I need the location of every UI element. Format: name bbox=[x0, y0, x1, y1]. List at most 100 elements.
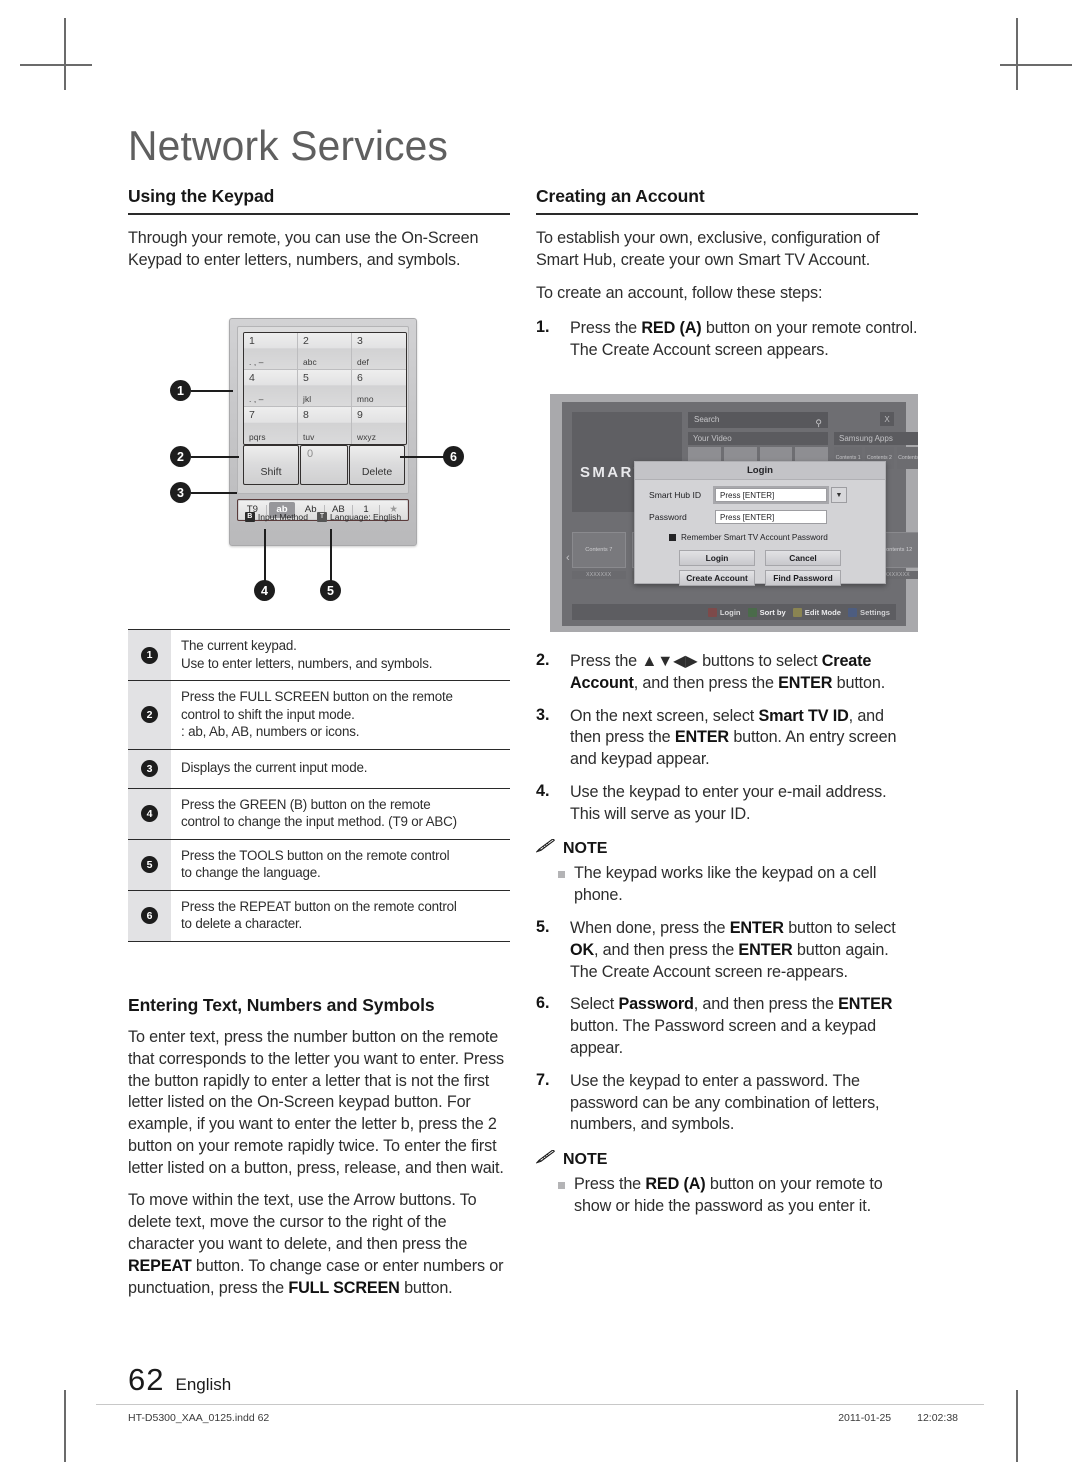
step-3: 3. On the next screen, select Smart TV I… bbox=[536, 706, 918, 771]
callout-2: 2 bbox=[170, 446, 191, 467]
delete-key[interactable]: Delete bbox=[349, 445, 405, 485]
bottom-bar-sort-by-label: Sort by bbox=[759, 607, 786, 617]
close-icon[interactable]: X bbox=[880, 412, 894, 426]
tv-screen-frame: Search ⚲ X Your Video Samsung Apps Conte… bbox=[562, 402, 918, 626]
keypad-figure: 1 2 3 6 4 5 1 . , – 2 abc 3 def 4 . , – … bbox=[128, 300, 510, 610]
shift-key[interactable]: Shift bbox=[243, 445, 299, 485]
imprint-filename: HT-D5300_XAA_0125.indd 62 bbox=[128, 1412, 270, 1424]
note-bullet-icon-2 bbox=[558, 1182, 565, 1190]
step-6-text: Select Password, and then press the ENTE… bbox=[570, 994, 918, 1059]
footer-divider bbox=[96, 1404, 984, 1405]
step-6-number: 6. bbox=[536, 994, 550, 1013]
tools-button-icon: T bbox=[316, 512, 327, 522]
key-4[interactable]: 4 . , – bbox=[244, 370, 298, 407]
status-language[interactable]: T Language: English bbox=[316, 512, 402, 522]
key-5-number: 5 bbox=[303, 372, 309, 384]
key-5-letters: jkl bbox=[303, 394, 312, 404]
cancel-button[interactable]: Cancel bbox=[765, 550, 841, 566]
key-9[interactable]: 9 wxyz bbox=[352, 407, 406, 444]
remember-password-checkbox[interactable]: Remember Smart TV Account Password bbox=[669, 533, 885, 542]
note-2-header: NOTE bbox=[535, 1149, 918, 1169]
key-5[interactable]: 5 jkl bbox=[298, 370, 352, 407]
step-7-text: Use the keypad to enter a password. The … bbox=[570, 1071, 880, 1134]
s3-smart-tv-id: Smart TV ID bbox=[758, 706, 849, 725]
leader-line-1 bbox=[191, 390, 233, 392]
step-5-text: When done, press the ENTER button to sel… bbox=[570, 918, 918, 983]
create-account-button[interactable]: Create Account bbox=[679, 570, 755, 586]
key-3[interactable]: 3 def bbox=[352, 333, 406, 370]
p2-a: To move within the text, use the Arrow b… bbox=[128, 1191, 477, 1254]
checkbox-icon bbox=[669, 534, 676, 541]
s2-d: , and then press the bbox=[633, 673, 779, 692]
leader-line-2 bbox=[191, 456, 239, 458]
callout-6: 6 bbox=[443, 446, 464, 467]
blue-d-button-icon bbox=[848, 607, 858, 617]
keypad-inner-panel: 1 . , – 2 abc 3 def 4 . , – 5 jkl 6 mno … bbox=[237, 326, 409, 494]
prev-page-arrow-icon[interactable]: ‹ bbox=[566, 552, 570, 564]
smart-hub-id-label: Smart Hub ID bbox=[649, 490, 702, 500]
right-column-steps: 2. Press the ▲▼◀▶ buttons to select Crea… bbox=[535, 640, 918, 1218]
legend-6-line-2: to delete a character. bbox=[181, 916, 303, 932]
key-8-letters: tuv bbox=[303, 432, 315, 442]
note-1-header: NOTE bbox=[535, 839, 918, 858]
login-dialog-buttons: Login Cancel Create Account Find Passwor… bbox=[635, 550, 885, 586]
key-2-letters: abc bbox=[303, 357, 317, 367]
status-input-method[interactable]: B Input Method bbox=[244, 512, 308, 522]
status-language-label: Language: English bbox=[329, 512, 402, 522]
crop-mark-top-right-h bbox=[1000, 64, 1072, 66]
samsung-apps-label: Samsung Apps bbox=[834, 432, 918, 445]
note-bullet-icon bbox=[558, 871, 565, 879]
legend-5-line-2: to change the language. bbox=[181, 865, 321, 881]
n2-red-a: RED (A) bbox=[645, 1175, 706, 1194]
key-2[interactable]: 2 abc bbox=[298, 333, 352, 370]
key-8-number: 8 bbox=[303, 409, 309, 421]
legend-number-cell-1: 1 bbox=[128, 630, 171, 681]
key-6[interactable]: 6 mno bbox=[352, 370, 406, 407]
bottom-bar-edit-mode[interactable]: Edit Mode bbox=[792, 607, 842, 617]
key-7[interactable]: 7 pqrs bbox=[244, 407, 298, 444]
step-5: 5. When done, press the ENTER button to … bbox=[536, 918, 918, 983]
callout-5: 5 bbox=[320, 580, 341, 601]
key-0[interactable]: 0 bbox=[300, 445, 348, 485]
key-8[interactable]: 8 tuv bbox=[298, 407, 352, 444]
s2-b: buttons to select bbox=[697, 652, 822, 670]
key-9-letters: wxyz bbox=[357, 432, 377, 442]
keypad-number-grid[interactable]: 1 . , – 2 abc 3 def 4 . , – 5 jkl 6 mno … bbox=[243, 332, 407, 445]
leader-line-4 bbox=[264, 529, 266, 583]
note-1-item: The keypad works like the keypad on a ce… bbox=[536, 863, 918, 907]
search-placeholder: Search bbox=[694, 415, 720, 424]
p2-e: button. bbox=[399, 1278, 453, 1297]
smart-hub-id-input[interactable]: Press [ENTER] bbox=[713, 486, 829, 504]
s5-e: , and then press the bbox=[593, 940, 739, 959]
legend-text-2: Press the FULL SCREEN button on the remo… bbox=[171, 681, 510, 749]
s1-red-a: RED (A) bbox=[641, 319, 702, 338]
app-tile-3[interactable]: Contents 3 bbox=[896, 447, 918, 469]
crop-mark-bottom-right-v bbox=[1016, 1390, 1018, 1462]
bottom-bar-settings-label: Settings bbox=[860, 607, 890, 617]
green-b-button-icon-tv bbox=[747, 607, 757, 617]
crop-mark-top-left-h bbox=[20, 64, 92, 66]
legend-row-2: 2 Press the FULL SCREEN button on the re… bbox=[128, 680, 510, 749]
bottom-bar-sort-by[interactable]: Sort by bbox=[747, 607, 786, 617]
on-screen-keypad: 1 . , – 2 abc 3 def 4 . , – 5 jkl 6 mno … bbox=[229, 318, 417, 546]
key-7-number: 7 bbox=[249, 409, 255, 421]
find-password-button[interactable]: Find Password bbox=[765, 570, 841, 586]
grid-tile-1[interactable]: Contents 7 XXXXXXX bbox=[572, 532, 626, 590]
n2-a: Press the bbox=[574, 1175, 646, 1194]
right-column: Creating an Account To establish your ow… bbox=[536, 186, 918, 362]
legend-4-line-2: control to change the input method. (T9 … bbox=[181, 814, 457, 830]
bottom-bar-login[interactable]: Login bbox=[707, 607, 741, 617]
password-input[interactable]: Press [ENTER] bbox=[715, 510, 827, 524]
yellow-c-button-icon bbox=[792, 607, 802, 617]
paragraph-entering-text-1: To enter text, press the number button o… bbox=[128, 1028, 504, 1177]
key-1[interactable]: 1 . , – bbox=[244, 333, 298, 370]
paragraph-entering-text-2: To move within the text, use the Arrow b… bbox=[128, 1190, 510, 1299]
legend-2-line-1: Press the FULL SCREEN button on the remo… bbox=[181, 689, 453, 705]
bottom-bar-settings[interactable]: Settings bbox=[848, 607, 890, 617]
chevron-down-icon[interactable]: ▼ bbox=[831, 487, 847, 503]
key-4-letters: . , – bbox=[249, 394, 264, 404]
key-1-number: 1 bbox=[249, 335, 255, 347]
login-button[interactable]: Login bbox=[679, 550, 755, 566]
search-field[interactable]: Search ⚲ bbox=[688, 412, 828, 428]
bottom-bar-edit-mode-label: Edit Mode bbox=[804, 607, 842, 617]
